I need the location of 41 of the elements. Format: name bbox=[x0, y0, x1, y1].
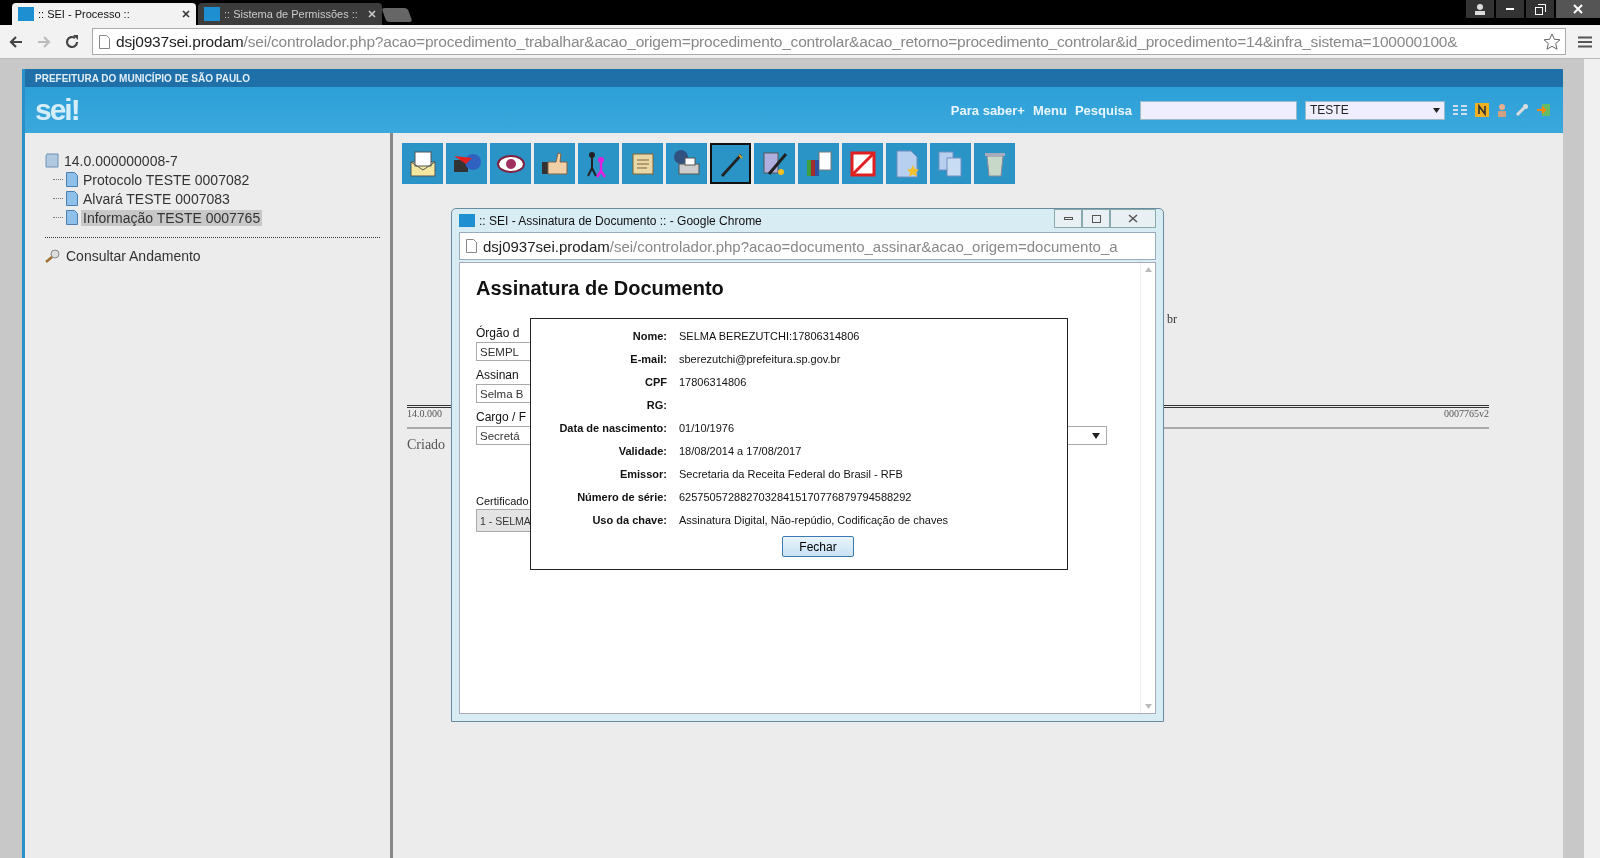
tree-item[interactable]: Protocolo TESTE 0007082 bbox=[81, 171, 252, 188]
address-field[interactable]: dsj0937sei.prodam/sei/controlador.php?acao=procedimento_trabalhar&acao_origem=procedimento_controlar&acao_retorno=procedimento_controlar&id_procedimento=14&infra_sistema=100000100& bbox=[92, 28, 1566, 55]
process-number[interactable]: 14.0.000000008-7 bbox=[62, 152, 180, 169]
dialog-heading: Assinatura de Documento bbox=[476, 277, 725, 300]
field-label: E-mail: bbox=[629, 352, 667, 367]
document-text: br bbox=[1167, 312, 1178, 327]
field-label: Data de nascimento: bbox=[558, 421, 667, 436]
field-label: Emissor: bbox=[618, 467, 667, 482]
document-version: 0007765v2 bbox=[1444, 408, 1489, 419]
window-title: :: SEI - Assinatura de Documento :: - Google Chrome bbox=[479, 213, 762, 228]
field-value: Secretaria da Receita Federal do Brasil - RFB bbox=[679, 467, 904, 482]
browser-tab[interactable]: :: Sistema de Permissões :: bbox=[198, 3, 382, 25]
field-value: 17806314806 bbox=[679, 375, 748, 390]
document-text: Criado bbox=[407, 437, 446, 452]
tree-item[interactable]: Informação TESTE 0007765 bbox=[81, 209, 263, 226]
logo: sei! bbox=[35, 93, 79, 127]
field-value: 18/08/2014 a 17/08/2017 bbox=[679, 444, 803, 459]
field-value: Assinatura Digital, Não-repúdio, Codificação de chaves bbox=[679, 513, 950, 528]
close-button[interactable]: Fechar bbox=[782, 536, 854, 557]
field-label: Órgão d bbox=[476, 326, 520, 340]
field-label: RG: bbox=[645, 398, 667, 413]
field-label: Cargo / F bbox=[476, 410, 526, 424]
sidebar-link[interactable]: Consultar Andamento bbox=[64, 247, 203, 264]
browser-tab[interactable]: :: SEI - Processo :: bbox=[12, 3, 196, 25]
field-label: Número de série: bbox=[576, 490, 667, 505]
certificate-field[interactable]: 1 - SELMA bbox=[476, 509, 532, 532]
tree-item[interactable]: Alvará TESTE 0007083 bbox=[81, 190, 232, 207]
field-value: SELMA BEREZUTCHI:17806314806 bbox=[679, 329, 861, 344]
organization-name: PREFEITURA DO MUNICÍPIO DE SÃO PAULO bbox=[35, 72, 250, 84]
field-value: sberezutchi@prefeitura.sp.gov.br bbox=[679, 352, 842, 367]
field-label: CPF bbox=[644, 375, 667, 390]
unit-select[interactable]: TESTE bbox=[1305, 100, 1445, 120]
field-label: Certificado bbox=[476, 495, 529, 507]
field-label: Assinan bbox=[476, 368, 519, 382]
field-label: Validade: bbox=[617, 444, 667, 459]
field-value: 01/10/1976 bbox=[679, 421, 736, 436]
field-label: Nome: bbox=[631, 329, 667, 344]
document-header-text: 14.0.000 bbox=[407, 408, 442, 419]
field-value: 62575057288270328415170776879794588292 bbox=[679, 490, 913, 505]
field-label: Uso da chave: bbox=[591, 513, 667, 528]
address-field[interactable]: dsj0937sei.prodam/sei/controlador.php?acao=documento_assinar&acao_origem=documento_a bbox=[459, 232, 1156, 260]
